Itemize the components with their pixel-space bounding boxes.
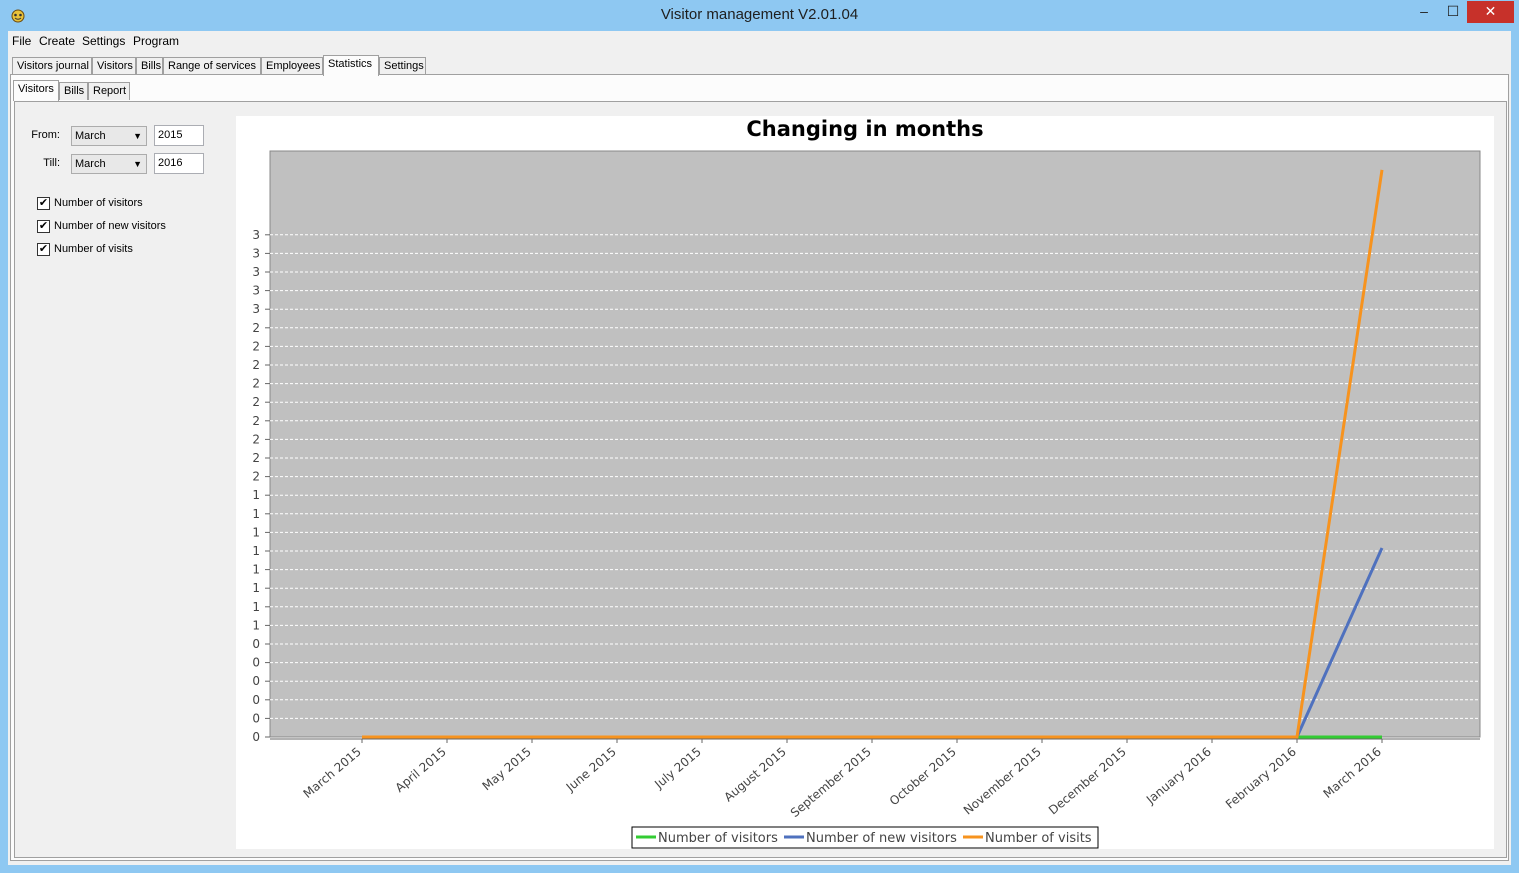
from-label: From:	[31, 129, 60, 141]
checkbox-number-of-visitors[interactable]: ✔ Number of visitors	[37, 197, 187, 211]
checkbox-label: Number of visits	[54, 243, 133, 255]
tab-visitors-journal[interactable]: Visitors journal	[12, 57, 92, 75]
y-tick-label: 0	[252, 711, 260, 725]
menu-settings[interactable]: Settings	[82, 34, 125, 48]
y-tick-label: 0	[252, 656, 260, 670]
maximize-button[interactable]: ☐	[1440, 1, 1466, 23]
line-chart: Changing in months 0 0 0 0 0 0 1 1 1 1 1 1 1 1 2 2 2 2 2 2 2…	[252, 117, 1481, 849]
from-month-select[interactable]: March ▼	[71, 126, 147, 146]
y-tick-label: 1	[252, 507, 260, 521]
y-tick-label: 1	[252, 544, 260, 558]
subtab-bills[interactable]: Bills	[59, 82, 88, 100]
y-tick-label: 1	[252, 563, 260, 577]
y-tick-label: 3	[252, 284, 260, 298]
window-title: Visitor management V2.01.04	[660, 6, 859, 23]
y-tick-label: 2	[252, 377, 260, 391]
checkbox-label: Number of visitors	[54, 197, 143, 209]
y-tick-label: 3	[252, 302, 260, 316]
y-tick-label: 1	[252, 600, 260, 614]
plot-area	[269, 150, 1481, 738]
x-tick-label: October 2015	[887, 745, 959, 809]
check-icon[interactable]: ✔	[37, 220, 50, 233]
subtab-report[interactable]: Report	[88, 82, 130, 100]
subtab-visitors[interactable]: Visitors	[13, 80, 59, 101]
x-axis: March 2015 April 2015 May 2015 June 2015 Jul…	[301, 739, 1384, 820]
menu-program[interactable]: Program	[133, 34, 179, 48]
y-tick-label: 2	[252, 414, 260, 428]
y-tick-label: 0	[252, 637, 260, 651]
y-tick-label: 2	[252, 432, 260, 446]
from-year-input[interactable]: 2015	[154, 125, 204, 146]
x-tick-label: December 2015	[1046, 745, 1129, 818]
x-tick-label: January 2016	[1143, 745, 1214, 808]
y-tick-label: 0	[252, 730, 260, 744]
y-tick-label: 0	[252, 693, 260, 707]
x-tick-label: March 2016	[1321, 745, 1384, 801]
chart-legend: Number of visitors Number of new visitors…	[631, 826, 1099, 849]
till-month-select[interactable]: March ▼	[71, 154, 147, 174]
y-tick-label: 0	[252, 674, 260, 688]
tab-employees[interactable]: Employees	[261, 57, 323, 75]
title-bar: Visitor management V2.01.04 – ☐ ✕	[0, 0, 1519, 31]
x-tick-label: March 2015	[301, 745, 364, 801]
sub-tab-strip: Visitors Bills Report	[13, 80, 413, 101]
chart-title: Changing in months	[746, 117, 983, 141]
checkbox-number-of-visits[interactable]: ✔ Number of visits	[37, 243, 187, 257]
minimize-button[interactable]: –	[1411, 1, 1437, 23]
till-label: Till:	[43, 157, 60, 169]
tab-settings[interactable]: Settings	[379, 57, 426, 75]
x-tick-label: September 2015	[788, 745, 874, 820]
legend-label: Number of new visitors	[806, 831, 957, 846]
main-window: File Create Settings Program Visitors jo…	[8, 31, 1511, 865]
y-tick-label: 2	[252, 470, 260, 484]
chart-panel: Changing in months 0 0 0 0 0 0 1 1 1 1 1 1 1 1 2 2 2 2 2 2 2…	[236, 116, 1494, 849]
y-tick-label: 1	[252, 488, 260, 502]
till-month-value: March	[75, 158, 106, 170]
y-tick-label: 2	[252, 451, 260, 465]
y-tick-label: 2	[252, 339, 260, 353]
y-tick-label: 2	[252, 395, 260, 409]
main-tab-strip: Visitors journal Visitors Bills Range of…	[8, 55, 1511, 76]
y-tick-label: 2	[252, 358, 260, 372]
checkbox-number-of-new-visitors[interactable]: ✔ Number of new visitors	[37, 220, 207, 234]
check-icon[interactable]: ✔	[37, 197, 50, 210]
y-tick-label: 1	[252, 581, 260, 595]
x-tick-label: November 2015	[961, 745, 1044, 818]
x-tick-label: June 2015	[563, 745, 619, 795]
tab-visitors[interactable]: Visitors	[92, 57, 136, 75]
y-tick-label: 2	[252, 321, 260, 335]
tab-bills[interactable]: Bills	[136, 57, 163, 75]
legend-label: Number of visits	[985, 831, 1092, 846]
chevron-down-icon: ▼	[133, 131, 142, 141]
from-month-value: March	[75, 130, 106, 142]
x-tick-label: May 2015	[480, 745, 534, 794]
menu-file[interactable]: File	[12, 34, 31, 48]
y-tick-label: 1	[252, 618, 260, 632]
chevron-down-icon: ▼	[133, 159, 142, 169]
close-button[interactable]: ✕	[1467, 1, 1514, 23]
x-tick-label: April 2015	[393, 745, 449, 795]
x-tick-label: August 2015	[721, 745, 788, 805]
x-tick-label: February 2016	[1223, 745, 1299, 812]
y-tick-label: 1	[252, 525, 260, 539]
y-tick-label: 3	[252, 265, 260, 279]
check-icon[interactable]: ✔	[37, 243, 50, 256]
y-tick-label: 3	[252, 228, 260, 242]
tab-range-of-services[interactable]: Range of services	[163, 57, 261, 75]
checkbox-label: Number of new visitors	[54, 220, 166, 232]
x-tick-label: July 2015	[651, 745, 704, 792]
till-year-input[interactable]: 2016	[154, 153, 204, 174]
legend-label: Number of visitors	[658, 831, 778, 846]
tab-statistics[interactable]: Statistics	[323, 55, 379, 76]
y-tick-label: 3	[252, 246, 260, 260]
menu-create[interactable]: Create	[39, 34, 75, 48]
menu-bar: File Create Settings Program	[8, 31, 1511, 51]
